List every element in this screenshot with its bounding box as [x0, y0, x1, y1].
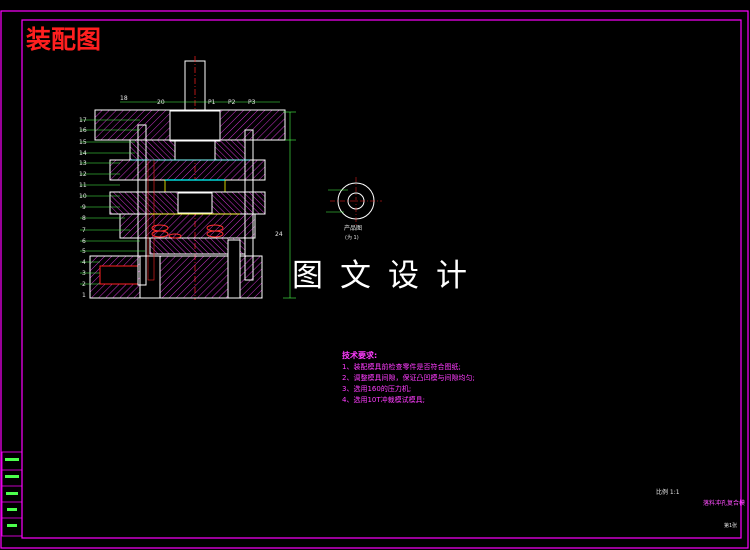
tech-req-item-3: 3、选用160的压力机; [342, 385, 412, 393]
svg-text:9: 9 [82, 204, 86, 211]
product-label-text: 产品图 [344, 225, 363, 232]
tech-req-item-4: 4、选用10T冲裁模试模具; [342, 396, 425, 404]
drawing-title: 装配图 [26, 25, 102, 54]
svg-text:17: 17 [79, 117, 87, 124]
svg-text:24: 24 [275, 231, 283, 238]
svg-text:7: 7 [82, 227, 86, 234]
svg-text:18: 18 [120, 95, 128, 102]
tech-req-item-1: 1、装配模具前检查零件是否符合图纸; [342, 363, 461, 371]
svg-text:15: 15 [79, 139, 87, 146]
svg-text:P1: P1 [208, 99, 216, 106]
title-block-scale: 比例 1:1 [656, 489, 680, 496]
svg-text:16: 16 [79, 127, 87, 134]
tech-req-heading: 技术要求: [342, 351, 378, 360]
watermark: 图文设计 [292, 258, 484, 294]
svg-text:20: 20 [157, 99, 165, 106]
svg-text:8: 8 [82, 215, 86, 222]
svg-text:14: 14 [79, 150, 87, 157]
margin-stamp-text [5, 458, 19, 527]
svg-text:3: 3 [82, 270, 86, 277]
svg-text:11: 11 [79, 182, 87, 189]
svg-text:P2: P2 [228, 99, 236, 106]
svg-text:1: 1 [82, 292, 86, 299]
title-block-name: 落料冲孔复合模 [703, 500, 746, 507]
tech-req-item-2: 2、调整模具间隙，保证凸凹模与间隙均匀; [342, 374, 475, 382]
section-view [89, 56, 296, 300]
svg-text:5: 5 [82, 248, 86, 255]
product-sublabel-text: (为 1) [345, 235, 359, 241]
svg-text:P3: P3 [248, 99, 256, 106]
svg-text:4: 4 [82, 259, 86, 266]
svg-text:2: 2 [82, 281, 86, 288]
svg-text:6: 6 [82, 238, 86, 245]
title-block-sheet: 第1张 [724, 523, 738, 529]
svg-text:10: 10 [79, 193, 87, 200]
svg-text:13: 13 [79, 160, 87, 167]
part-numbers-left: 17 16 15 14 13 12 11 10 9 8 7 6 5 4 3 2 1 [79, 117, 87, 299]
product-view [326, 177, 382, 225]
svg-text:12: 12 [79, 171, 87, 178]
